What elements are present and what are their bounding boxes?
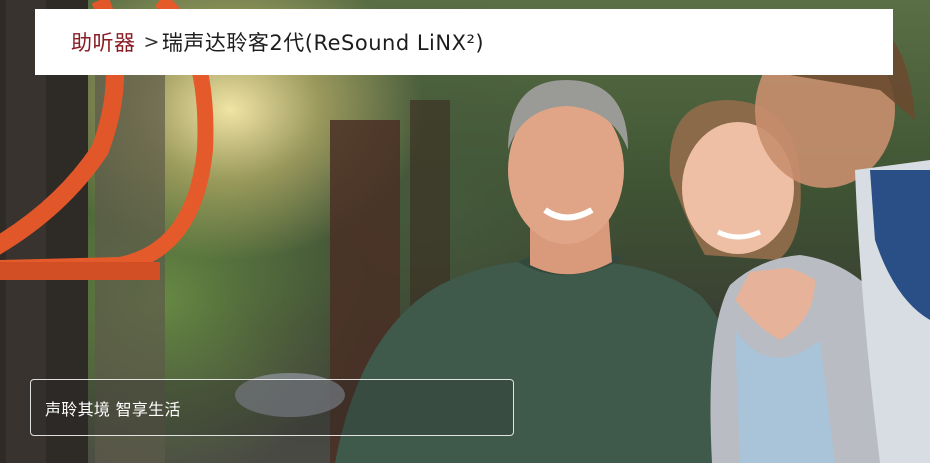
breadcrumb-separator: >: [143, 31, 160, 53]
hero-tagline-box: 声聆其境 智享生活: [30, 379, 514, 436]
breadcrumb-current-page: 瑞声达聆客2代(ReSound LiNX²): [161, 31, 485, 55]
hero-tagline: 声聆其境 智享生活: [45, 399, 181, 419]
breadcrumb: 助听器 > 瑞声达聆客2代(ReSound LiNX²): [35, 9, 893, 75]
breadcrumb-link-hearing-aids[interactable]: 助听器: [71, 27, 136, 57]
